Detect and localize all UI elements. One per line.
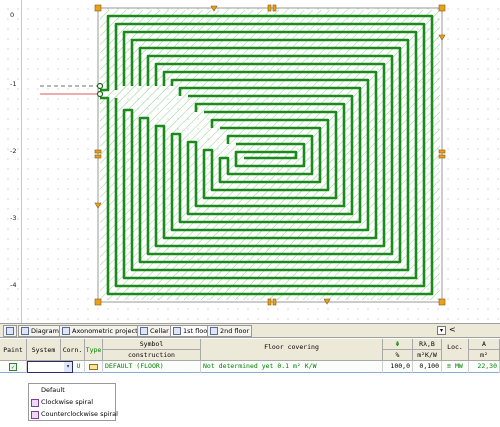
- edge-handle[interactable]: [94, 154, 102, 159]
- hatched-area: [100, 10, 440, 300]
- symbol-cell[interactable]: DEFAULT (FLOOR): [103, 361, 201, 373]
- col-phi-sub: %: [383, 350, 413, 361]
- corner-handle[interactable]: [438, 4, 446, 12]
- tab-cellar[interactable]: Cellar: [137, 325, 172, 337]
- system-select[interactable]: ▾: [27, 361, 73, 373]
- tab-scroll-left[interactable]: <: [449, 325, 456, 335]
- edge-handle[interactable]: [272, 298, 277, 306]
- checkbox[interactable]: ✓: [9, 363, 17, 371]
- floor-plan-icon: [173, 327, 181, 335]
- floor-plan-icon: [210, 327, 218, 335]
- edge-handle[interactable]: [438, 149, 446, 154]
- option-label: Clockwise spiral: [41, 398, 94, 406]
- table-row[interactable]: ✓ ▾ U DEFAULT (FLOOR) Not determined yet…: [0, 361, 500, 373]
- col-a-sub: m²: [469, 350, 500, 361]
- tab-diagram[interactable]: Diagram: [18, 325, 62, 337]
- edge-handle[interactable]: [438, 154, 446, 159]
- floor-plan-icon: [140, 327, 148, 335]
- axonometric-icon: [62, 327, 70, 335]
- corner-handle[interactable]: [94, 298, 102, 306]
- edge-handle[interactable]: [267, 4, 272, 12]
- col-system[interactable]: System: [27, 339, 61, 361]
- col-type[interactable]: Type: [85, 339, 103, 361]
- option-counterclockwise-spiral[interactable]: Counterclockwise spiral: [29, 409, 118, 420]
- col-phi[interactable]: Φ: [383, 339, 413, 350]
- tab-label: Cellar: [150, 327, 169, 335]
- paint-checkbox-cell[interactable]: ✓: [0, 361, 27, 373]
- col-floor-covering[interactable]: Floor covering: [201, 339, 383, 361]
- paint-tool-tab[interactable]: [3, 325, 17, 337]
- tab-label: 1st floor: [183, 327, 210, 335]
- type-cell[interactable]: [85, 361, 103, 373]
- col-symbol-sub: construction: [103, 350, 201, 361]
- clockwise-spiral-icon: [31, 399, 39, 407]
- loc-cell[interactable]: ≡ MW: [442, 361, 469, 373]
- location-icon: ≡: [447, 362, 452, 370]
- heating-loop-plan[interactable]: [0, 0, 500, 323]
- system-dropdown-list[interactable]: Default Clockwise spiral Counterclockwis…: [28, 383, 118, 421]
- edge-handle[interactable]: [267, 298, 272, 306]
- counterclockwise-spiral-icon: [31, 411, 39, 419]
- loc-value: MW: [455, 362, 463, 370]
- option-label: Default: [41, 386, 65, 394]
- view-tab-bar: Diagram Axonometric projection Cellar 1s…: [0, 323, 500, 338]
- tab-2nd-floor[interactable]: 2nd floor: [207, 325, 253, 337]
- phi-cell[interactable]: 100,0: [383, 361, 413, 373]
- diagram-icon: [21, 327, 29, 335]
- drawing-canvas[interactable]: 0 -1 -2 -3 -4: [0, 0, 500, 323]
- connection-node[interactable]: [96, 82, 104, 90]
- col-rb-sub: m²K/W: [413, 350, 442, 361]
- col-corn[interactable]: Corn.: [61, 339, 85, 361]
- col-rb[interactable]: Rλ,B: [413, 339, 442, 350]
- col-loc[interactable]: Loc.: [442, 339, 469, 361]
- corner-handle[interactable]: [438, 298, 446, 306]
- connection-node[interactable]: [96, 90, 104, 98]
- edge-handle[interactable]: [272, 4, 277, 12]
- col-paint[interactable]: Paint: [0, 339, 27, 361]
- tab-label: 2nd floor: [220, 327, 250, 335]
- floor-covering-cell[interactable]: Not determined yet 0.1 m² K/W: [201, 361, 383, 373]
- option-label: Counterclockwise spiral: [41, 410, 118, 418]
- option-default[interactable]: Default: [29, 385, 115, 396]
- col-symbol[interactable]: Symbol: [103, 339, 201, 350]
- chevron-down-icon[interactable]: ▾: [64, 362, 72, 372]
- corn-cell[interactable]: U: [73, 361, 85, 373]
- corner-handle[interactable]: [94, 4, 102, 12]
- tab-label: Diagram: [31, 327, 59, 335]
- option-clockwise-spiral[interactable]: Clockwise spiral: [29, 397, 115, 408]
- edge-handle[interactable]: [94, 149, 102, 154]
- area-cell[interactable]: 22,30: [469, 361, 500, 373]
- rb-cell[interactable]: 0,100: [413, 361, 442, 373]
- paint-icon: [6, 327, 14, 335]
- tab-list-dropdown[interactable]: ▾: [437, 326, 446, 335]
- col-a[interactable]: A: [469, 339, 500, 350]
- floor-type-icon: [89, 364, 98, 370]
